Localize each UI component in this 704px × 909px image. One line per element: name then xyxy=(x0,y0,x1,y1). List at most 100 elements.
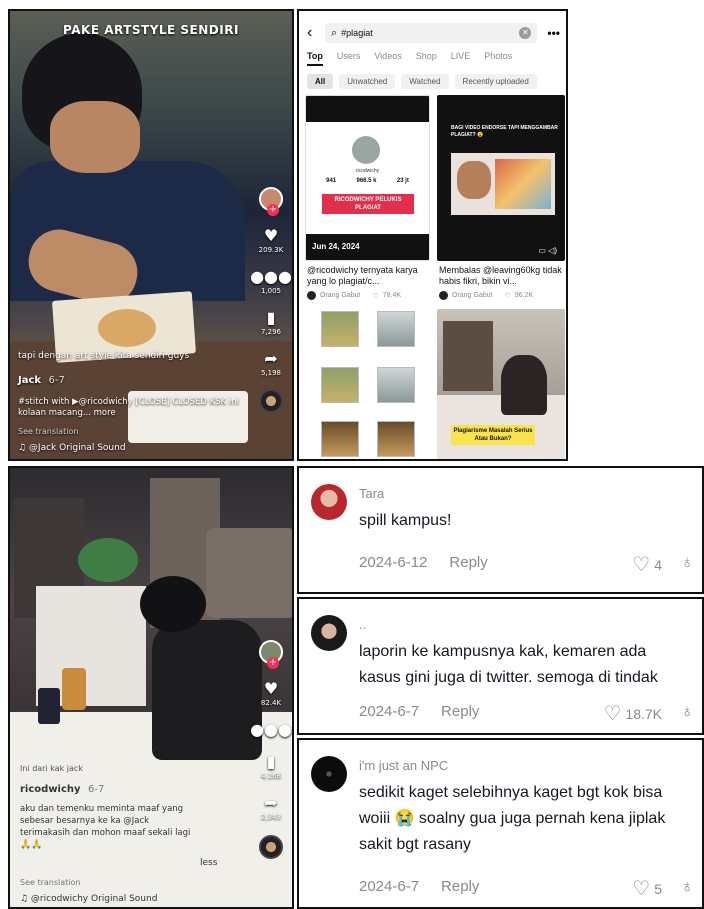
like-count: 209.3K xyxy=(258,246,284,254)
comment-like[interactable]: ♡ 4 xyxy=(632,552,662,577)
chip-recently-uploaded[interactable]: Recently uploaded xyxy=(454,74,537,89)
bookmark-icon[interactable]: ▮ xyxy=(267,753,276,771)
comment-icon[interactable]: ●●● xyxy=(250,268,292,286)
less-link[interactable]: less xyxy=(200,858,217,868)
comment-count: 1,005 xyxy=(260,287,282,295)
heart-outline-icon[interactable]: ♡ xyxy=(603,701,621,726)
share-icon[interactable]: ➦ xyxy=(264,794,277,812)
commenter-avatar[interactable] xyxy=(311,484,347,520)
result-1-caption[interactable]: @ricodwichy ternyata karya yang lo plagi… xyxy=(307,265,432,287)
heart-outline-icon[interactable]: ♡ xyxy=(632,876,650,901)
tab-videos[interactable]: Videos xyxy=(374,51,401,66)
comment-like[interactable]: ♡ 18.7K xyxy=(603,701,662,726)
commenter-name[interactable]: i'm just an NPC xyxy=(359,758,448,773)
stat-following: 941 xyxy=(326,178,337,184)
author-name[interactable]: Jack xyxy=(18,375,41,386)
dislike-icon[interactable]: ♁ xyxy=(681,876,695,897)
announcement-text: BAGI VIDEO ENDORSE TAPI MENGGAMBAR PLAGI… xyxy=(451,125,558,138)
result-2-likes: 96.2K xyxy=(514,292,534,299)
comment-like[interactable]: ♡ 5 xyxy=(632,876,662,901)
comment-date: 2024-6-7 xyxy=(359,703,420,720)
share-icon[interactable]: ➦ xyxy=(264,350,277,368)
result-2-caption[interactable]: Membalas @leaving60kg tidak habis fikri,… xyxy=(439,265,566,287)
person-shirt xyxy=(152,620,262,760)
see-translation-link[interactable]: See translation xyxy=(20,878,80,887)
follow-plus-icon[interactable]: + xyxy=(267,657,279,669)
caption-line-3: terimakasih dan mohon maaf sekali lagi xyxy=(20,828,191,838)
video-controls-icon[interactable]: ▭ ◁) xyxy=(538,246,557,255)
tab-shop[interactable]: Shop xyxy=(416,51,437,66)
heart-outline-icon: ♡ xyxy=(504,292,511,300)
post-date: 6-7 xyxy=(88,784,105,795)
comment-footer: 2024-6-12 Reply xyxy=(359,554,488,571)
music-disc-icon[interactable] xyxy=(259,835,283,859)
commenter-name[interactable]: Tara xyxy=(359,486,384,501)
more-options-icon[interactable]: ••• xyxy=(547,26,560,40)
video-panel-ricodwichy[interactable]: + ♥ 82.4K ●●● ▮ 4,168 ➦ 2,343 Ini dari k… xyxy=(8,466,294,909)
author-line: Jack 6-7 xyxy=(18,375,65,386)
video-date-badge: Jun 24, 2024 xyxy=(306,234,429,260)
desk-jar xyxy=(62,668,86,710)
bookmark-icon[interactable]: ▮ xyxy=(267,309,276,327)
caption-line-2: sebesar besarnya ke ka @Jack xyxy=(20,816,150,826)
commenter-name[interactable]: .. xyxy=(359,617,366,632)
result-thumbnail-2[interactable]: BAGI VIDEO ENDORSE TAPI MENGGAMBAR PLAGI… xyxy=(437,95,565,261)
collage-frame xyxy=(321,367,359,403)
comment-card: i'm just an NPC sedikit kaget selebihnya… xyxy=(297,738,704,909)
thumb-shelf xyxy=(443,321,493,391)
result-thumbnail-4[interactable]: Plagiarisme Masalah Serius Atau Bukan? xyxy=(437,309,565,459)
action-rail: + ♥ 82.4K ●●● ▮ 4,168 ➦ 2,343 xyxy=(250,640,292,859)
dislike-icon[interactable]: ♁ xyxy=(681,552,695,573)
tab-top[interactable]: Top xyxy=(307,51,323,66)
comment-card: .. laporin ke kampusnya kak, kemaren ada… xyxy=(297,597,704,735)
video-description[interactable]: #stitch with ▶@ricodwichy [CLOSE] CLOSED… xyxy=(18,397,244,419)
commenter-avatar[interactable] xyxy=(311,756,347,792)
tab-live[interactable]: LIVE xyxy=(451,51,471,66)
chip-watched[interactable]: Watched xyxy=(401,74,449,89)
reply-button[interactable]: Reply xyxy=(441,878,479,895)
comment-text: sedikit kaget selebihnya kaget bgt kok b… xyxy=(359,784,666,853)
back-arrow-icon[interactable]: ‹ xyxy=(307,24,325,42)
dislike-icon[interactable]: ♁ xyxy=(681,701,695,722)
comment-card: Tara spill kampus! 2024-6-12 Reply ♡ 4 ♁ xyxy=(297,466,704,594)
creator-avatar[interactable]: + xyxy=(259,640,283,669)
caption-line-1: aku dan temenku meminta maaf yang xyxy=(20,804,184,814)
clear-icon[interactable]: ✕ xyxy=(519,27,532,39)
tab-photos[interactable]: Photos xyxy=(484,51,512,66)
video-panel-jack[interactable]: PAKE ARTSTYLE SENDIRI + ♥ 209.3K ●●● 1,0… xyxy=(8,9,294,461)
music-disc-icon[interactable] xyxy=(259,389,283,413)
result-1-meta: Orang Gabut ♡ 78.4K xyxy=(307,291,401,300)
room-bed xyxy=(206,528,292,618)
result-2-user[interactable]: Orang Gabut xyxy=(452,292,492,299)
share-count: 2,343 xyxy=(260,813,282,821)
chip-unwatched[interactable]: Unwatched xyxy=(339,74,396,89)
sound-label[interactable]: ♫ @Jack Original Sound xyxy=(18,443,126,453)
tab-users[interactable]: Users xyxy=(337,51,361,66)
author-name[interactable]: ricodwichy xyxy=(20,784,81,795)
save-count: 4,168 xyxy=(260,772,282,780)
reply-button[interactable]: Reply xyxy=(449,554,487,571)
profile-handle: ricodwichy xyxy=(355,168,380,174)
sound-label[interactable]: ♫ @ricodwichy Original Sound xyxy=(20,894,157,904)
collage-frame xyxy=(377,421,415,457)
search-input[interactable] xyxy=(341,28,520,38)
comment-icon[interactable]: ●●● xyxy=(250,721,292,739)
creator-avatar[interactable]: + xyxy=(259,187,283,216)
overlay-caption: tapi dengan art style kita sendiri guys xyxy=(18,351,190,361)
reply-button[interactable]: Reply xyxy=(441,703,479,720)
heart-icon[interactable]: ♥ xyxy=(264,227,278,245)
chip-all[interactable]: All xyxy=(307,74,334,89)
result-thumbnail-3[interactable] xyxy=(305,309,430,459)
result-1-user[interactable]: Orang Gabut xyxy=(320,292,360,299)
heart-outline-icon[interactable]: ♡ xyxy=(632,552,650,577)
person-face xyxy=(50,101,140,173)
result-thumbnail-1[interactable]: ricodwichy 941 966.5 k 23 jt RICODWICHY … xyxy=(305,95,430,261)
action-rail: + ♥ 209.3K ●●● 1,005 ▮ 7,296 ➦ 5,198 xyxy=(250,187,292,413)
heart-icon[interactable]: ♥ xyxy=(264,680,278,698)
collage-frame xyxy=(321,311,359,347)
comment-text: spill kampus! xyxy=(359,512,452,529)
see-translation-link[interactable]: See translation xyxy=(18,427,78,436)
follow-plus-icon[interactable]: + xyxy=(267,204,279,216)
search-box[interactable]: ⌕ ✕ xyxy=(325,23,538,43)
commenter-avatar[interactable] xyxy=(311,615,347,651)
